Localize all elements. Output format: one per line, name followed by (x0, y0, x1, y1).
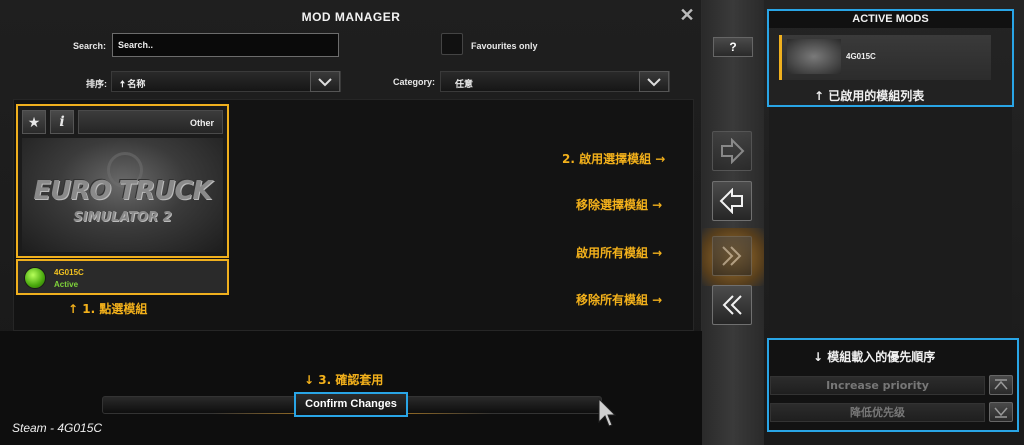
mod-name: 4G015C (54, 268, 84, 277)
confirm-changes-button[interactable]: Confirm Changes (294, 392, 408, 417)
active-mod-item[interactable]: 4G015C (779, 35, 991, 80)
arrow-up-icon[interactable] (989, 375, 1013, 395)
page-title: MOD MANAGER (301, 10, 401, 24)
card-toolbar: ★ i Other (22, 110, 223, 134)
mod-thumbnail: EURO TRUCK SIMULATOR 2 (22, 138, 223, 252)
info-icon[interactable]: i (50, 110, 74, 134)
cursor-icon (598, 398, 617, 427)
sort-dropdown[interactable]: 🠅 名称 (111, 71, 341, 92)
game-logo-title: EURO TRUCK (33, 176, 212, 206)
steam-profile-label: Steam - 4G015C (12, 421, 103, 435)
sort-value: 🠅 名称 (120, 79, 146, 89)
transfer-strip (702, 0, 764, 445)
chevron-down-icon[interactable] (310, 71, 340, 92)
mod-category: Other (189, 118, 214, 128)
active-mods-title: ACTIVE MODS (769, 11, 1012, 28)
star-icon[interactable]: ★ (22, 110, 46, 134)
remove-all-button[interactable] (712, 285, 752, 325)
arrow-left-icon (719, 188, 743, 214)
mod-category-bar: Other (78, 110, 223, 134)
active-status-icon (24, 267, 46, 289)
enable-selected-button[interactable] (712, 131, 752, 171)
mod-state: Active (54, 280, 79, 289)
decrease-priority-button[interactable]: 降低优先级 (770, 403, 985, 422)
chevron-down-icon[interactable] (639, 71, 669, 92)
annotation-confirm: ↓ 3. 確認套用 (304, 373, 384, 387)
help-button[interactable]: ? (713, 37, 753, 57)
remove-selected-button[interactable] (712, 181, 752, 221)
annotation-load-order: ↓ 模組載入的優先順序 (813, 350, 936, 364)
favourites-checkbox[interactable] (441, 33, 463, 55)
arrow-right-icon (721, 138, 745, 164)
annotation-enable-all: 啟用所有模組 → (576, 246, 663, 260)
search-input[interactable]: Search.. (112, 33, 339, 57)
increase-priority-button[interactable]: Increase priority (770, 376, 985, 395)
arrow-down-icon[interactable] (989, 402, 1013, 422)
double-arrow-right-icon (722, 246, 742, 266)
enable-all-button[interactable] (712, 236, 752, 276)
active-mod-thumbnail (787, 39, 841, 74)
mod-card[interactable]: ★ i Other EURO TRUCK SIMULATOR 2 (16, 104, 229, 258)
mod-status-bar[interactable]: 4G015C Active (16, 259, 229, 295)
annotation-select-mod: ↑ 1. 點選模組 (68, 302, 148, 316)
double-arrow-left-icon (722, 295, 742, 315)
search-label: Search: (73, 41, 107, 51)
footer-band (0, 331, 764, 445)
close-icon[interactable]: ✕ (678, 6, 696, 24)
active-mods-list (769, 107, 1012, 332)
active-mod-name: 4G015C (846, 52, 876, 61)
annotation-enable-selected: 2. 啟用選擇模組 → (562, 152, 666, 166)
game-logo-subtitle: SIMULATOR 2 (73, 210, 172, 225)
favourites-label: Favourites only (471, 41, 538, 51)
category-label: Category: (393, 77, 436, 87)
category-dropdown[interactable]: 任意 (440, 71, 670, 92)
annotation-remove-all: 移除所有模組 → (576, 293, 663, 307)
sort-label: 排序: (86, 79, 107, 89)
annotation-remove-selected: 移除選擇模組 → (576, 198, 663, 212)
annotation-active-list: ↑ 已啟用的模組列表 (814, 89, 925, 103)
category-value: 任意 (455, 79, 474, 89)
